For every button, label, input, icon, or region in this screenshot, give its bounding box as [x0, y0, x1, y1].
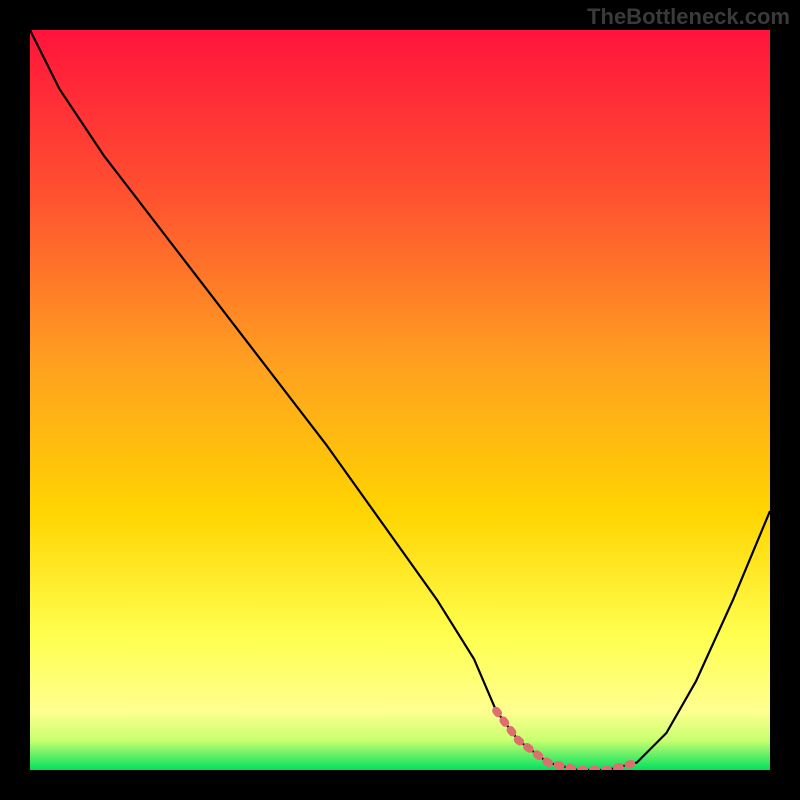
bottleneck-curve: [30, 30, 770, 770]
watermark-text: TheBottleneck.com: [587, 4, 790, 30]
bottleneck-highlight: [496, 711, 637, 770]
plot-area: [30, 30, 770, 770]
curve-layer: [30, 30, 770, 770]
